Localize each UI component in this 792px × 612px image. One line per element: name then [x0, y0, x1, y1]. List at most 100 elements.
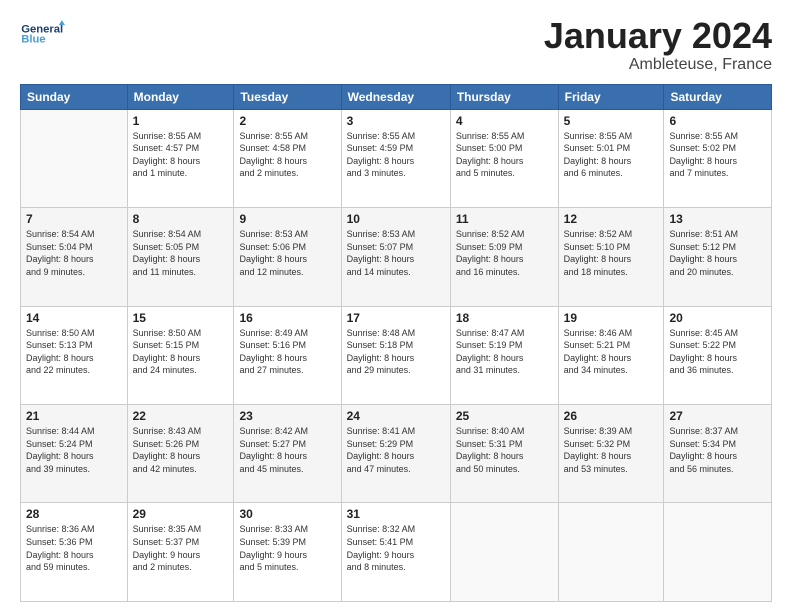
calendar-cell [558, 503, 664, 602]
day-info: Sunrise: 8:55 AMSunset: 5:01 PMDaylight:… [564, 130, 659, 180]
day-number: 29 [133, 507, 229, 521]
calendar-cell: 11 Sunrise: 8:52 AMSunset: 5:09 PMDayligh… [450, 208, 558, 306]
calendar-cell: 5 Sunrise: 8:55 AMSunset: 5:01 PMDaylight… [558, 109, 664, 207]
day-number: 6 [669, 114, 766, 128]
day-number: 9 [239, 212, 335, 226]
calendar-cell: 20 Sunrise: 8:45 AMSunset: 5:22 PMDayligh… [664, 306, 772, 404]
calendar-cell: 19 Sunrise: 8:46 AMSunset: 5:21 PMDayligh… [558, 306, 664, 404]
day-info: Sunrise: 8:55 AMSunset: 4:58 PMDaylight:… [239, 130, 335, 180]
header-row: Sunday Monday Tuesday Wednesday Thursday… [21, 84, 772, 109]
day-info: Sunrise: 8:52 AMSunset: 5:10 PMDaylight:… [564, 228, 659, 278]
title-block: January 2024 Ambleteuse, France [544, 16, 772, 74]
day-info: Sunrise: 8:45 AMSunset: 5:22 PMDaylight:… [669, 327, 766, 377]
day-info: Sunrise: 8:51 AMSunset: 5:12 PMDaylight:… [669, 228, 766, 278]
day-info: Sunrise: 8:36 AMSunset: 5:36 PMDaylight:… [26, 523, 122, 573]
day-info: Sunrise: 8:48 AMSunset: 5:18 PMDaylight:… [347, 327, 445, 377]
calendar-cell [21, 109, 128, 207]
logo-svg: General Blue [20, 16, 70, 56]
calendar-cell: 24 Sunrise: 8:41 AMSunset: 5:29 PMDayligh… [341, 405, 450, 503]
day-number: 19 [564, 311, 659, 325]
day-number: 2 [239, 114, 335, 128]
week-row-1: 7Sunrise: 8:54 AMSunset: 5:04 PMDaylight… [21, 208, 772, 306]
col-saturday: Saturday [664, 84, 772, 109]
day-info: Sunrise: 8:55 AMSunset: 4:57 PMDaylight:… [133, 130, 229, 180]
day-info: Sunrise: 8:46 AMSunset: 5:21 PMDaylight:… [564, 327, 659, 377]
day-number: 16 [239, 311, 335, 325]
col-sunday: Sunday [21, 84, 128, 109]
day-number: 30 [239, 507, 335, 521]
day-info: Sunrise: 8:50 AMSunset: 5:13 PMDaylight:… [26, 327, 122, 377]
calendar-cell: 21 Sunrise: 8:44 AMSunset: 5:24 PMDayligh… [21, 405, 128, 503]
day-number: 31 [347, 507, 445, 521]
day-number: 5 [564, 114, 659, 128]
day-info: Sunrise: 8:52 AMSunset: 5:09 PMDaylight:… [456, 228, 553, 278]
day-info: Sunrise: 8:42 AMSunset: 5:27 PMDaylight:… [239, 425, 335, 475]
day-number: 21 [26, 409, 122, 423]
calendar-cell: 16 Sunrise: 8:49 AMSunset: 5:16 PMDayligh… [234, 306, 341, 404]
day-number: 15 [133, 311, 229, 325]
day-info: Sunrise: 8:39 AMSunset: 5:32 PMDaylight:… [564, 425, 659, 475]
calendar-cell: 14Sunrise: 8:50 AMSunset: 5:13 PMDayligh… [21, 306, 128, 404]
day-number: 27 [669, 409, 766, 423]
day-info: Sunrise: 8:44 AMSunset: 5:24 PMDaylight:… [26, 425, 122, 475]
calendar-cell: 31Sunrise: 8:32 AMSunset: 5:41 PMDayligh… [341, 503, 450, 602]
day-number: 3 [347, 114, 445, 128]
day-info: Sunrise: 8:37 AMSunset: 5:34 PMDaylight:… [669, 425, 766, 475]
day-info: Sunrise: 8:33 AMSunset: 5:39 PMDaylight:… [239, 523, 335, 573]
month-title: January 2024 [544, 16, 772, 56]
day-number: 24 [347, 409, 445, 423]
location-title: Ambleteuse, France [544, 56, 772, 74]
day-number: 12 [564, 212, 659, 226]
calendar-cell: 27 Sunrise: 8:37 AMSunset: 5:34 PMDayligh… [664, 405, 772, 503]
day-number: 10 [347, 212, 445, 226]
day-number: 8 [133, 212, 229, 226]
day-info: Sunrise: 8:55 AMSunset: 4:59 PMDaylight:… [347, 130, 445, 180]
col-thursday: Thursday [450, 84, 558, 109]
col-wednesday: Wednesday [341, 84, 450, 109]
calendar-cell: 3 Sunrise: 8:55 AMSunset: 4:59 PMDaylight… [341, 109, 450, 207]
day-number: 18 [456, 311, 553, 325]
calendar-cell: 26Sunrise: 8:39 AMSunset: 5:32 PMDayligh… [558, 405, 664, 503]
svg-text:Blue: Blue [21, 34, 45, 46]
page: General Blue January 2024 Ambleteuse, Fr… [0, 0, 792, 612]
day-info: Sunrise: 8:55 AMSunset: 5:02 PMDaylight:… [669, 130, 766, 180]
calendar-cell: 9 Sunrise: 8:53 AMSunset: 5:06 PMDaylight… [234, 208, 341, 306]
day-number: 28 [26, 507, 122, 521]
calendar-cell: 7Sunrise: 8:54 AMSunset: 5:04 PMDaylight… [21, 208, 128, 306]
calendar-table: Sunday Monday Tuesday Wednesday Thursday… [20, 84, 772, 602]
calendar-body: 1Sunrise: 8:55 AMSunset: 4:57 PMDaylight… [21, 109, 772, 601]
day-info: Sunrise: 8:54 AMSunset: 5:05 PMDaylight:… [133, 228, 229, 278]
day-number: 11 [456, 212, 553, 226]
calendar-cell: 29 Sunrise: 8:35 AMSunset: 5:37 PMDayligh… [127, 503, 234, 602]
day-info: Sunrise: 8:35 AMSunset: 5:37 PMDaylight:… [133, 523, 229, 573]
calendar-cell [450, 503, 558, 602]
day-info: Sunrise: 8:43 AMSunset: 5:26 PMDaylight:… [133, 425, 229, 475]
day-number: 23 [239, 409, 335, 423]
day-info: Sunrise: 8:50 AMSunset: 5:15 PMDaylight:… [133, 327, 229, 377]
calendar-cell: 6 Sunrise: 8:55 AMSunset: 5:02 PMDaylight… [664, 109, 772, 207]
day-info: Sunrise: 8:55 AMSunset: 5:00 PMDaylight:… [456, 130, 553, 180]
calendar-cell: 13 Sunrise: 8:51 AMSunset: 5:12 PMDayligh… [664, 208, 772, 306]
col-monday: Monday [127, 84, 234, 109]
day-number: 13 [669, 212, 766, 226]
calendar-cell [664, 503, 772, 602]
calendar-cell: 17 Sunrise: 8:48 AMSunset: 5:18 PMDayligh… [341, 306, 450, 404]
calendar-cell: 4Sunrise: 8:55 AMSunset: 5:00 PMDaylight… [450, 109, 558, 207]
day-number: 22 [133, 409, 229, 423]
day-info: Sunrise: 8:53 AMSunset: 5:06 PMDaylight:… [239, 228, 335, 278]
calendar-cell: 28 Sunrise: 8:36 AMSunset: 5:36 PMDayligh… [21, 503, 128, 602]
calendar-cell: 1Sunrise: 8:55 AMSunset: 4:57 PMDaylight… [127, 109, 234, 207]
calendar-cell: 8 Sunrise: 8:54 AMSunset: 5:05 PMDaylight… [127, 208, 234, 306]
calendar-cell: 10 Sunrise: 8:53 AMSunset: 5:07 PMDayligh… [341, 208, 450, 306]
col-tuesday: Tuesday [234, 84, 341, 109]
logo: General Blue [20, 16, 70, 56]
day-number: 17 [347, 311, 445, 325]
day-info: Sunrise: 8:49 AMSunset: 5:16 PMDaylight:… [239, 327, 335, 377]
day-info: Sunrise: 8:47 AMSunset: 5:19 PMDaylight:… [456, 327, 553, 377]
day-number: 20 [669, 311, 766, 325]
day-info: Sunrise: 8:53 AMSunset: 5:07 PMDaylight:… [347, 228, 445, 278]
calendar-cell: 30 Sunrise: 8:33 AMSunset: 5:39 PMDayligh… [234, 503, 341, 602]
calendar-cell: 2 Sunrise: 8:55 AMSunset: 4:58 PMDaylight… [234, 109, 341, 207]
calendar-cell: 22 Sunrise: 8:43 AMSunset: 5:26 PMDayligh… [127, 405, 234, 503]
day-info: Sunrise: 8:41 AMSunset: 5:29 PMDaylight:… [347, 425, 445, 475]
